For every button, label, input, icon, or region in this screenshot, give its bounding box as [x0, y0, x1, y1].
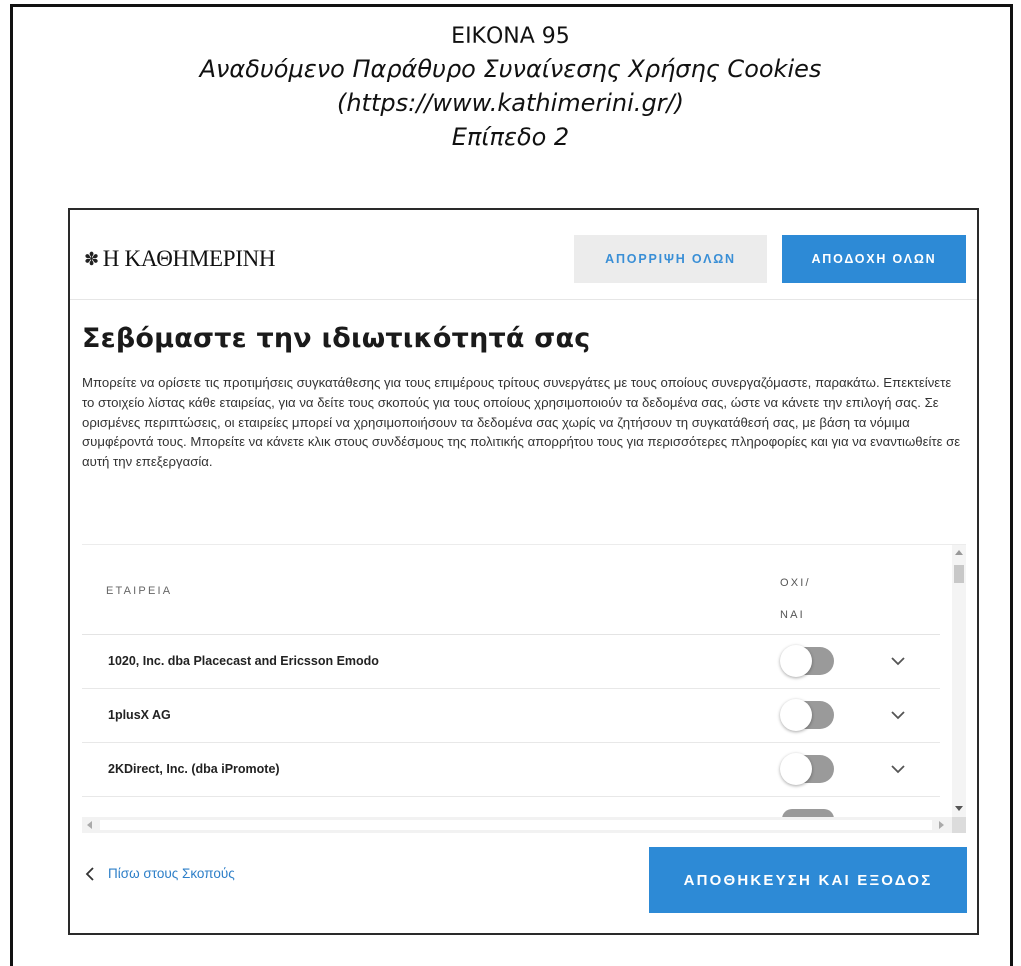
cookie-consent-dialog: ✽ Η ΚΑΘΗΜΕΡΙΝΗ ΑΠΟΡΡΙΨΗ ΟΛΩΝ ΑΠΟΔΟΧΗ ΟΛΩ… [68, 208, 979, 935]
column-header-consent-line2: ΝΑΙ [780, 609, 805, 621]
figure-number: ΕΙΚΟΝΑ 95 [451, 24, 570, 49]
column-header-company: ΕΤΑΙΡΕΙΑ [106, 585, 173, 597]
table-row-partial [82, 797, 940, 819]
chevron-down-icon[interactable] [890, 761, 906, 777]
scroll-down-arrow-icon[interactable] [955, 806, 963, 811]
scroll-right-arrow-icon[interactable] [939, 821, 944, 829]
site-logo: ✽ Η ΚΑΘΗΜΕΡΙΝΗ [84, 246, 276, 272]
vendor-name: 1020, Inc. dba Placecast and Ericsson Em… [108, 654, 379, 668]
reject-all-button[interactable]: ΑΠΟΡΡΙΨΗ ΟΛΩΝ [574, 235, 767, 283]
chevron-left-icon [85, 866, 94, 881]
column-header-consent: ΟΧΙ/ ΝΑΙ [780, 567, 811, 631]
dialog-header: ✽ Η ΚΑΘΗΜΕΡΙΝΗ ΑΠΟΡΡΙΨΗ ΟΛΩΝ ΑΠΟΔΟΧΗ ΟΛΩ… [70, 210, 977, 300]
toggle-knob [780, 753, 812, 785]
vendor-name: 2KDirect, Inc. (dba iPromote) [108, 762, 280, 776]
vertical-scrollbar[interactable] [952, 545, 966, 817]
logo-emblem-icon: ✽ [84, 248, 99, 269]
dialog-description: Μπορείτε να ορίσετε τις προτιμήσεις συγκ… [82, 375, 961, 470]
chevron-down-icon[interactable] [890, 707, 906, 723]
scrollbar-thumb[interactable] [954, 565, 964, 583]
scrollbar-corner [952, 817, 966, 833]
accept-all-button[interactable]: ΑΠΟΔΟΧΗ ΟΛΩΝ [782, 235, 966, 283]
table-row: 1plusX AG [82, 689, 940, 743]
scroll-up-arrow-icon[interactable] [955, 550, 963, 555]
save-and-exit-button[interactable]: ΑΠΟΘΗΚΕΥΣΗ ΚΑΙ ΕΞΟΔΟΣ [649, 847, 967, 913]
back-link-label: Πίσω στους Σκοπούς [108, 866, 235, 881]
vendor-name: 1plusX AG [108, 708, 171, 722]
toggle-knob [780, 699, 812, 731]
scroll-left-arrow-icon[interactable] [87, 821, 92, 829]
consent-toggle[interactable] [780, 645, 834, 677]
figure-level: Επίπεδο 2 [451, 123, 570, 151]
toggle-knob [780, 645, 812, 677]
dialog-title: Σεβόμαστε την ιδιωτικότητά σας [82, 323, 591, 354]
table-header: ΕΤΑΙΡΕΙΑ ΟΧΙ/ ΝΑΙ [82, 545, 940, 635]
scrollbar-thumb-horizontal[interactable] [100, 820, 932, 830]
horizontal-scrollbar[interactable] [82, 817, 952, 833]
figure-url: (https://www.kathimerini.gr/) [336, 89, 684, 117]
back-to-purposes-link[interactable]: Πίσω στους Σκοπούς [84, 866, 235, 881]
table-row: 1020, Inc. dba Placecast and Ericsson Em… [82, 635, 940, 689]
consent-toggle[interactable] [780, 753, 834, 785]
consent-toggle[interactable] [780, 699, 834, 731]
vendors-table: ΕΤΑΙΡΕΙΑ ΟΧΙ/ ΝΑΙ 1020, Inc. dba Placeca… [82, 544, 966, 834]
chevron-down-icon[interactable] [890, 653, 906, 669]
logo-text: Η ΚΑΘΗΜΕΡΙΝΗ [102, 246, 276, 271]
table-row: 2KDirect, Inc. (dba iPromote) [82, 743, 940, 797]
figure-caption: ΕΙΚΟΝΑ 95 Αναδυόμενο Παράθυρο Συναίνεσης… [0, 22, 1021, 154]
column-header-consent-line1: ΟΧΙ/ [780, 577, 811, 589]
figure-title: Αναδυόμενο Παράθυρο Συναίνεσης Χρήσης Co… [199, 55, 822, 83]
